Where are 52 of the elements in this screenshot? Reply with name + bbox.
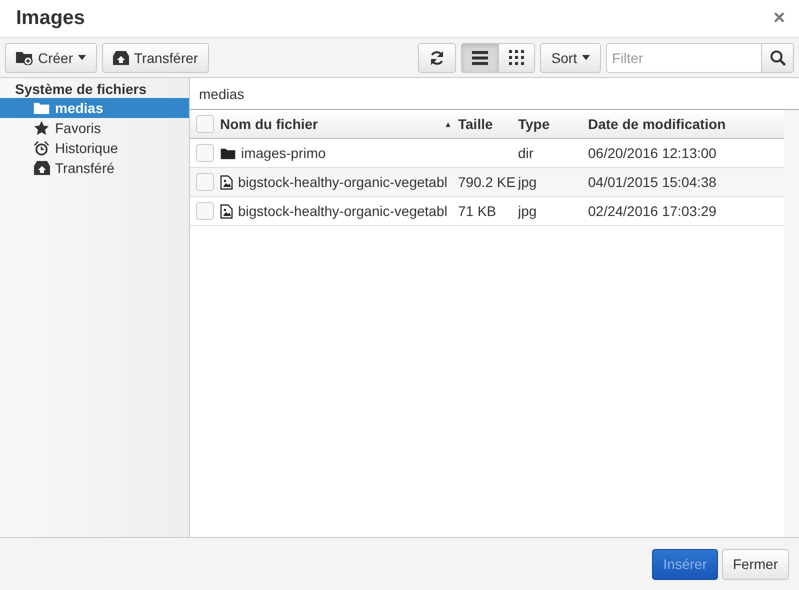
list-view-button[interactable]	[461, 42, 500, 72]
file-name[interactable]: bigstock-healthy-organic-vegetabl	[238, 203, 448, 219]
filter-field[interactable]: Filter	[606, 42, 762, 72]
sidebar-item[interactable]: Historique	[0, 138, 189, 158]
upload-box-icon	[113, 50, 130, 64]
file-size: 790.2 KE	[458, 174, 516, 190]
window-title: Images	[16, 7, 86, 30]
upload-button[interactable]: Transférer	[102, 42, 210, 72]
folder-icon	[33, 101, 50, 115]
sidebar-item[interactable]: medias	[0, 98, 189, 118]
grid-view-button[interactable]	[499, 42, 536, 72]
modified-date: 06/20/2016 12:13:00	[588, 145, 716, 161]
alarm-clock-icon	[34, 140, 49, 156]
image-file-icon	[220, 174, 233, 190]
close-button[interactable]: ×	[773, 7, 785, 30]
close-dialog-button[interactable]: Fermer	[722, 548, 789, 580]
sidebar-item[interactable]: Favoris	[0, 118, 189, 138]
grid-icon	[509, 50, 524, 65]
sidebar-item[interactable]: Transféré	[0, 158, 189, 178]
file-name[interactable]: bigstock-healthy-organic-vegetabl	[238, 174, 448, 190]
list-icon	[472, 50, 488, 64]
file-size: 71 KB	[458, 203, 496, 219]
modified-date: 02/24/2016 17:03:29	[588, 203, 716, 219]
row-checkbox[interactable]	[196, 173, 214, 191]
modified-date: 04/01/2015 15:04:38	[588, 174, 716, 190]
sort-arrow: ▲	[444, 120, 452, 128]
select-all-checkbox[interactable]	[196, 115, 214, 133]
breadcrumb[interactable]: medias	[199, 86, 244, 102]
folder-icon	[220, 146, 236, 160]
file-type: dir	[518, 145, 534, 161]
image-file-icon	[220, 204, 233, 218]
file-name[interactable]: images-primo	[241, 145, 326, 161]
file-type: jpg	[518, 203, 537, 219]
tree-heading[interactable]: Système de fichiers	[0, 80, 189, 98]
caret-icon	[582, 55, 590, 60]
create-button[interactable]: Créer	[5, 42, 98, 72]
refresh-button[interactable]	[418, 42, 456, 72]
search-icon	[770, 50, 786, 66]
upload-box-icon	[34, 161, 50, 175]
column-header[interactable]: Nom du fichier ▲	[220, 116, 458, 132]
file-type: jpg	[518, 174, 537, 190]
caret-icon	[78, 55, 86, 60]
row-checkbox[interactable]	[196, 202, 214, 220]
folder-plus-icon	[16, 50, 33, 65]
column-header[interactable]: Taille	[458, 116, 518, 132]
search-button[interactable]	[762, 42, 794, 72]
refresh-icon	[429, 50, 446, 66]
row-checkbox[interactable]	[196, 144, 214, 162]
sort-button[interactable]: Sort	[540, 42, 601, 72]
column-header[interactable]: Date de modification	[588, 116, 784, 132]
star-icon	[34, 121, 49, 135]
column-header[interactable]: Type	[518, 116, 588, 132]
